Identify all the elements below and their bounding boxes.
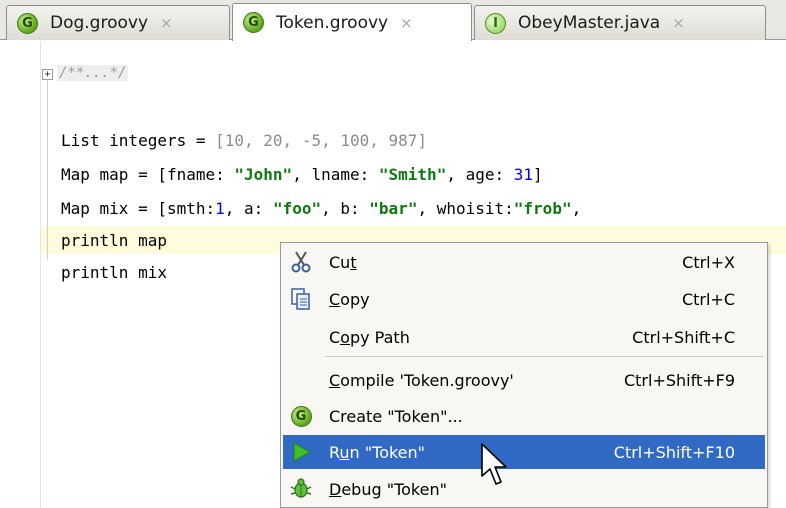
groovy-class-icon: G — [17, 12, 38, 34]
menu-item-copy[interactable]: Copy Ctrl+C — [281, 282, 767, 316]
menu-item-label: Compile 'Token.groovy' — [329, 370, 514, 390]
editor-tab-bar: G Dog.groovy × G Token.groovy × I ObeyMa… — [0, 0, 786, 41]
menu-item-label: Run "Token" — [329, 442, 426, 462]
menu-item-shortcut: Ctrl+Shift+F10 — [613, 442, 735, 462]
groovy-class-icon: G — [289, 404, 313, 428]
tab-label: ObeyMaster.java — [518, 13, 661, 33]
close-icon[interactable]: × — [400, 14, 413, 32]
code-line: println map — [61, 231, 167, 250]
menu-item-compile[interactable]: Compile 'Token.groovy' Ctrl+Shift+F9 — [281, 363, 767, 397]
menu-item-debug[interactable]: Debug "Token" — [281, 472, 767, 506]
fold-expand-icon[interactable]: + — [42, 69, 53, 80]
close-icon[interactable]: × — [160, 14, 173, 32]
code-line: println mix — [61, 263, 167, 282]
menu-item-label: Cut — [329, 252, 357, 272]
tab-label: Token.groovy — [276, 12, 389, 33]
scissors-icon — [289, 250, 313, 274]
code-line: Map map = [fname: "John", lname: "Smith"… — [61, 165, 543, 184]
gutter-divider — [40, 41, 41, 508]
menu-item-label: Copy — [329, 289, 370, 309]
fold-guide — [47, 80, 48, 260]
menu-item-label: Copy Path — [329, 327, 410, 347]
java-interface-icon: I — [485, 12, 506, 34]
menu-item-cut[interactable]: Cut Ctrl+X — [281, 245, 767, 279]
tab-obeymaster-java[interactable]: I ObeyMaster.java × — [474, 5, 766, 40]
context-menu: Cut Ctrl+X Copy Ctrl+C Copy Path Ctrl+Sh… — [280, 242, 768, 508]
code-line: List integers = [10, 20, -5, 100, 987] — [61, 131, 428, 150]
menu-item-shortcut: Ctrl+C — [681, 289, 735, 309]
menu-item-shortcut: Ctrl+X — [682, 252, 735, 272]
menu-item-create[interactable]: G Create "Token"... — [281, 399, 767, 433]
tab-token-groovy[interactable]: G Token.groovy × — [232, 3, 472, 41]
menu-item-run[interactable]: Run "Token" Ctrl+Shift+F10 — [283, 435, 765, 469]
menu-separator — [325, 356, 763, 357]
code-line: Map mix = [smth:1, a: "foo", b: "bar", w… — [61, 199, 582, 218]
menu-item-label: Debug "Token" — [329, 479, 447, 499]
mouse-cursor-icon — [481, 443, 507, 485]
groovy-badge: G — [290, 405, 312, 427]
copy-icon — [289, 287, 313, 311]
debug-icon — [289, 477, 313, 501]
collapsed-comment[interactable]: /**...*/ — [57, 65, 129, 81]
close-icon[interactable]: × — [672, 14, 685, 32]
menu-item-shortcut: Ctrl+Shift+F9 — [623, 370, 735, 390]
groovy-class-icon: G — [243, 12, 264, 33]
run-icon — [289, 440, 313, 464]
menu-item-copy-path[interactable]: Copy Path Ctrl+Shift+C — [281, 320, 767, 354]
tab-dog-groovy[interactable]: G Dog.groovy × — [6, 5, 230, 40]
tab-label: Dog.groovy — [50, 13, 149, 33]
menu-item-label: Create "Token"... — [329, 406, 463, 426]
menu-item-shortcut: Ctrl+Shift+C — [632, 327, 735, 347]
